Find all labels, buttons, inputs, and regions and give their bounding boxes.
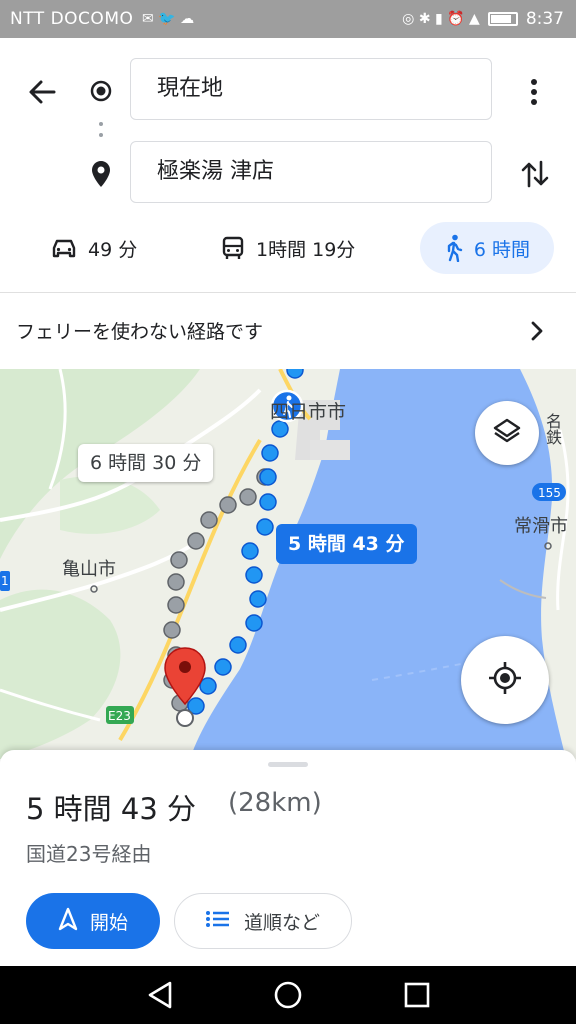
driving-time: 49 分 — [88, 238, 138, 261]
route-duration: 5 時間 43 分 — [26, 792, 197, 826]
directions-header: 現在地 極楽湯 津店 49 分 1時間 19分 6 時間 — [0, 38, 576, 292]
ferry-notice-text: フェリーを使わない経路です — [16, 321, 264, 343]
origin-dot-icon — [90, 80, 112, 102]
tab-driving[interactable]: 49 分 — [50, 222, 137, 274]
route-via: 国道23号経由 — [26, 842, 152, 866]
crosshair-icon — [487, 660, 523, 700]
ferry-notice-row[interactable]: フェリーを使わない経路です — [0, 293, 576, 369]
walking-icon — [444, 234, 464, 262]
swap-icon[interactable] — [520, 156, 550, 192]
city-label-meitetsu: 名鉄 — [543, 413, 562, 445]
badge-1: 1 — [1, 574, 9, 588]
city-label-tokoname: 常滑市 — [514, 516, 568, 537]
status-bar: NTT DOCOMO ✉ 🐦 ☁ ◎ ✱ ▮ ⏰ ▲ 8:37 — [0, 0, 576, 38]
system-nav-bar — [0, 966, 576, 1024]
battery-icon — [487, 12, 518, 26]
clock: 8:37 — [525, 9, 564, 29]
start-button-label: 開始 — [89, 911, 128, 934]
home-circle-icon[interactable] — [273, 980, 303, 1014]
tab-transit[interactable]: 1時間 19分 — [220, 222, 355, 274]
more-options-icon[interactable] — [524, 74, 544, 110]
city-label-kameyama: 亀山市 — [62, 559, 116, 580]
badge-155: 155 — [538, 486, 561, 500]
layers-icon — [492, 416, 522, 450]
city-label-yokkaichi: 四日市市 — [270, 401, 347, 423]
steps-button-label: 道順など — [243, 911, 320, 934]
status-right: ◎ ✱ ▮ ⏰ ▲ 8:37 — [402, 9, 564, 29]
route-distance: (28km) — [228, 788, 322, 818]
destination-input[interactable]: 極楽湯 津店 — [130, 141, 492, 203]
badge-e23: E23 — [108, 709, 131, 723]
recents-square-icon[interactable] — [403, 980, 431, 1014]
drag-handle[interactable] — [268, 762, 308, 767]
main-route-time-label[interactable]: 5 時間 43 分 — [276, 524, 417, 564]
travel-mode-tabs: 49 分 1時間 19分 6 時間 — [0, 222, 576, 274]
signal-icons: ◎ ✱ ▮ ⏰ ▲ — [402, 11, 480, 27]
back-triangle-icon[interactable] — [146, 980, 174, 1014]
origin-input[interactable]: 現在地 — [130, 58, 492, 120]
navigation-arrow-icon — [58, 907, 78, 936]
steps-button[interactable]: 道順など — [174, 893, 352, 949]
walking-time: 6 時間 — [473, 238, 531, 261]
destination-pin-icon — [91, 160, 111, 188]
bus-icon — [220, 235, 246, 261]
transit-time: 1時間 19分 — [256, 238, 356, 261]
notification-icons: ✉ 🐦 ☁ — [142, 11, 195, 27]
alt-route-time-label[interactable]: 6 時間 30 分 — [78, 444, 214, 482]
car-icon — [50, 236, 78, 260]
my-location-button[interactable] — [461, 636, 549, 724]
list-icon — [205, 910, 230, 933]
tab-walking[interactable]: 6 時間 — [420, 222, 554, 274]
layers-button[interactable] — [475, 401, 539, 465]
start-button[interactable]: 開始 — [26, 893, 160, 949]
carrier-name: NTT DOCOMO — [10, 9, 134, 29]
route-connector-dots — [99, 122, 103, 144]
back-arrow-icon[interactable] — [24, 74, 60, 110]
chevron-right-icon — [528, 319, 546, 343]
route-summary-sheet[interactable]: 5 時間 43 分 (28km) 国道23号経由 開始 道順など — [0, 750, 576, 970]
